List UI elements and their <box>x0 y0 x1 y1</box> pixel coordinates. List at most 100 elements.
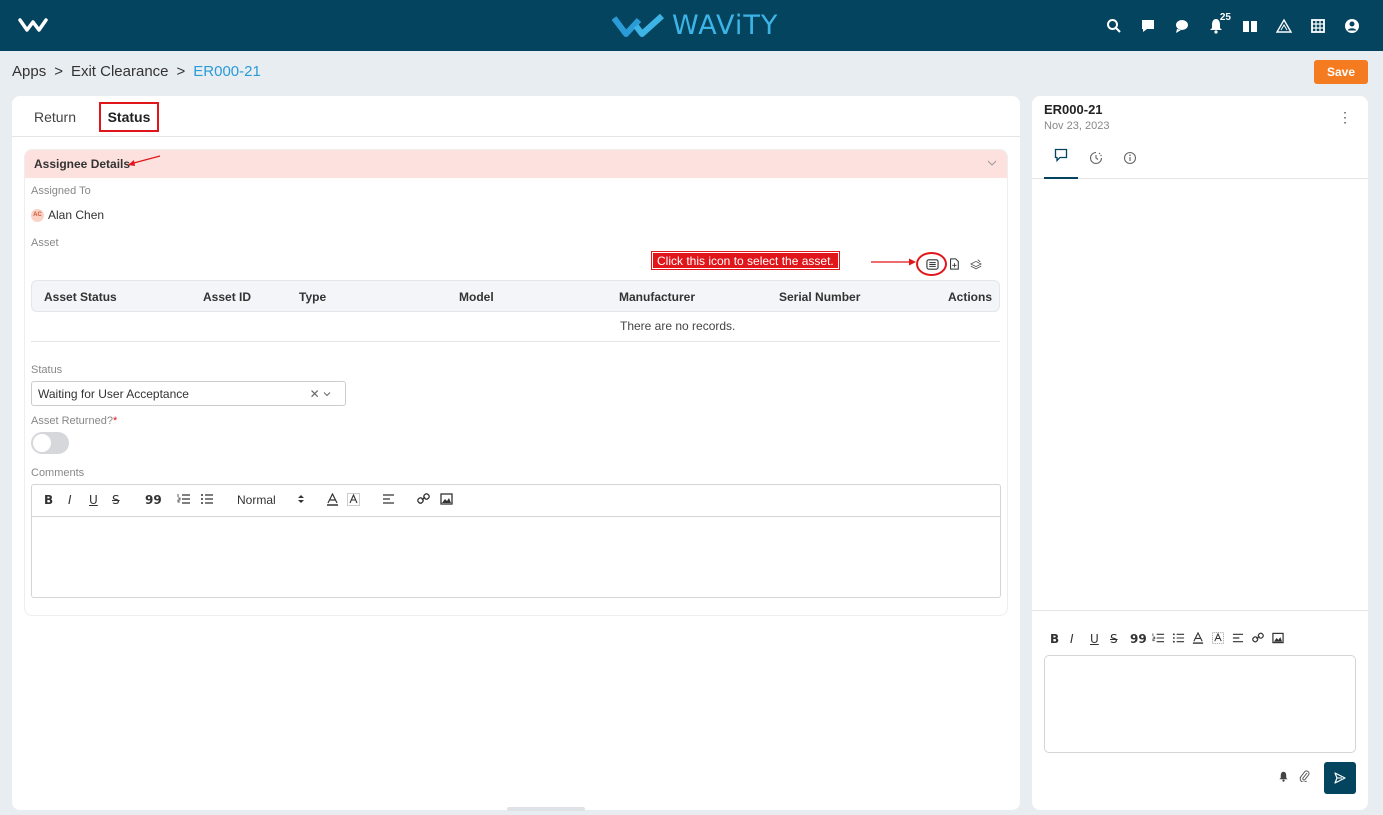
background-color-icon[interactable] <box>347 493 360 506</box>
annotation-arrow-icon <box>128 155 161 166</box>
column-header: Actions <box>948 290 993 304</box>
text-color-icon[interactable] <box>326 493 339 506</box>
tab-history[interactable] <box>1079 146 1113 170</box>
ordered-list-icon[interactable] <box>177 493 191 505</box>
send-icon <box>1334 772 1346 784</box>
italic-button[interactable]: I <box>1070 632 1074 646</box>
column-header[interactable]: Manufacturer <box>619 290 695 304</box>
column-header[interactable]: Asset ID <box>203 290 251 304</box>
tab-status[interactable]: Status <box>99 102 159 132</box>
more-options-icon[interactable]: ⋮ <box>1338 109 1352 126</box>
column-header[interactable]: Serial Number <box>779 290 860 304</box>
bullet-list-icon[interactable] <box>200 493 214 505</box>
ordered-list-icon[interactable] <box>1152 632 1165 644</box>
save-button[interactable]: Save <box>1314 60 1368 84</box>
empty-table-message: There are no records. <box>620 319 736 333</box>
column-header[interactable]: Model <box>459 290 494 304</box>
layers-icon[interactable] <box>969 257 983 271</box>
user-icon[interactable] <box>1335 14 1369 38</box>
warning-icon[interactable] <box>1267 14 1301 38</box>
quote-button[interactable]: 99 <box>145 493 162 507</box>
chevron-down-icon[interactable] <box>323 390 331 398</box>
top-icons: 25 <box>1097 12 1369 38</box>
bold-button[interactable]: B <box>1050 632 1059 646</box>
top-bar: WAViTY 25 <box>0 0 1383 51</box>
image-icon[interactable] <box>440 493 453 505</box>
section-title: Assignee Details <box>34 157 131 171</box>
activity-panel: ER000-21 Nov 23, 2023 ⋮ B I U S 99 <box>1032 96 1368 810</box>
quote-button[interactable]: 99 <box>1130 632 1147 646</box>
underline-button[interactable]: U <box>89 493 98 507</box>
table-header: Asset Status Asset ID Type Model Manufac… <box>31 280 1000 312</box>
assigned-to-label: Assigned To <box>31 185 91 197</box>
text-color-icon[interactable] <box>1192 632 1204 644</box>
record-id: ER000-21 <box>1044 102 1103 117</box>
column-header[interactable]: Asset Status <box>44 290 117 304</box>
send-button[interactable] <box>1324 762 1356 794</box>
breadcrumb: Apps > Exit Clearance > ER000-21 <box>12 63 261 80</box>
instruction-callout: Click this icon to select the asset. <box>651 251 840 270</box>
crumb-separator: > <box>176 63 186 80</box>
chat-icon[interactable] <box>1131 14 1165 38</box>
history-icon <box>1089 151 1103 165</box>
add-file-icon[interactable] <box>947 257 961 271</box>
assignee: AC Alan Chen <box>31 208 104 222</box>
search-icon[interactable] <box>1097 14 1131 38</box>
comments-label: Comments <box>31 467 85 479</box>
tab-return[interactable]: Return <box>24 102 86 132</box>
arrow-right-icon <box>871 258 916 266</box>
tab-comments[interactable] <box>1044 146 1078 179</box>
record-date: Nov 23, 2023 <box>1044 120 1110 132</box>
select-controls: ✕ <box>310 387 331 401</box>
section-header[interactable]: Assignee Details <box>25 150 1007 178</box>
tab-info[interactable] <box>1113 146 1147 170</box>
asset-returned-toggle[interactable] <box>31 432 69 454</box>
wavity-logo-icon <box>612 13 665 37</box>
bell-icon[interactable]: 25 <box>1199 12 1233 38</box>
comment-icon <box>1054 148 1068 162</box>
comments-editor: B I U S 99 Normal <box>31 484 1001 598</box>
format-select[interactable]: Normal <box>237 493 276 507</box>
asset-returned-label: Asset Returned?* <box>31 415 118 427</box>
paperclip-icon[interactable] <box>1299 770 1310 782</box>
clear-icon[interactable]: ✕ <box>310 387 320 401</box>
strikethrough-button[interactable]: S <box>1110 632 1118 646</box>
image-icon[interactable] <box>1272 632 1284 644</box>
chevron-down-icon[interactable] <box>987 158 997 168</box>
info-icon <box>1123 151 1137 165</box>
assignee-name: Alan Chen <box>48 208 105 222</box>
italic-button[interactable]: I <box>68 493 72 507</box>
side-tab-bar <box>1032 136 1368 179</box>
align-icon[interactable] <box>382 493 395 505</box>
main-card: Return Status Assignee Details Assigned … <box>12 96 1020 811</box>
select-asset-list-icon[interactable] <box>925 257 939 271</box>
comment-icon[interactable] <box>1165 14 1199 38</box>
wavity-home-icon[interactable] <box>18 14 48 36</box>
bullet-list-icon[interactable] <box>1172 632 1185 644</box>
background-color-icon[interactable] <box>1212 632 1224 644</box>
grid-icon[interactable] <box>1301 14 1335 38</box>
panel-divider <box>1032 610 1368 611</box>
status-select[interactable]: Waiting for User Acceptance ✕ <box>31 381 346 406</box>
crumb-exit-clearance[interactable]: Exit Clearance <box>71 63 169 80</box>
book-icon[interactable] <box>1233 14 1267 38</box>
bell-icon[interactable] <box>1278 771 1289 782</box>
underline-button[interactable]: U <box>1090 632 1099 646</box>
avatar: AC <box>31 208 44 222</box>
column-header[interactable]: Type <box>299 290 326 304</box>
link-icon[interactable] <box>1252 632 1264 644</box>
brand-logo: WAViTY <box>612 9 778 41</box>
bold-button[interactable]: B <box>44 493 53 507</box>
status-label: Status <box>31 364 63 376</box>
comment-input[interactable] <box>1044 655 1356 753</box>
comment-actions <box>1278 770 1310 782</box>
editor-toolbar: B I U S 99 Normal <box>32 485 1000 517</box>
strikethrough-button[interactable]: S <box>112 493 120 507</box>
link-icon[interactable] <box>417 493 430 505</box>
format-select-arrows-icon[interactable] <box>297 493 305 505</box>
crumb-apps[interactable]: Apps <box>12 63 46 80</box>
resize-handle[interactable] <box>507 807 585 811</box>
align-icon[interactable] <box>1232 632 1244 644</box>
status-value: Waiting for User Acceptance <box>38 387 189 401</box>
toggle-knob <box>33 434 51 452</box>
